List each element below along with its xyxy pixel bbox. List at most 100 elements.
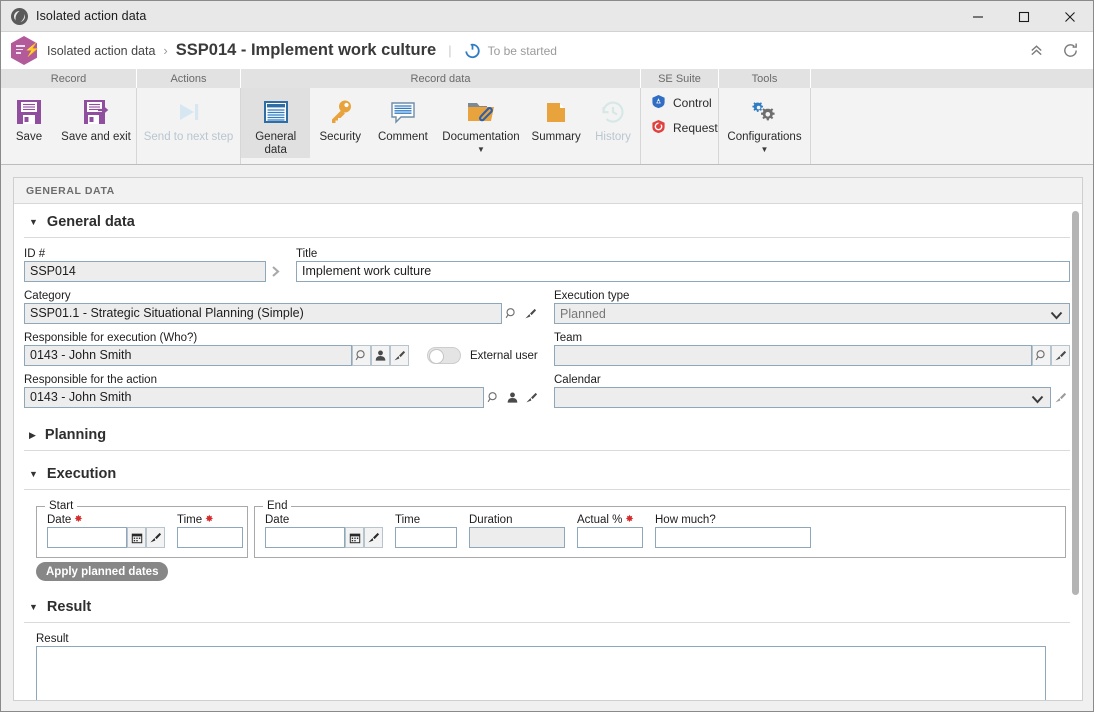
execution-end-legend: End (267, 500, 288, 512)
team-search-button[interactable] (1032, 345, 1051, 366)
section-result-title: Result (46, 599, 92, 615)
ribbon-group-label-actions: Actions (137, 69, 241, 88)
section-collapse-triangle-icon: ▶ (29, 429, 36, 440)
responsible-action-clear-brush-button[interactable] (522, 387, 541, 408)
how-much-label: How much? (655, 514, 716, 526)
responsible-action-person-button[interactable] (503, 387, 522, 408)
result-textarea[interactable] (36, 646, 1046, 700)
id-navigate-button[interactable] (266, 261, 285, 282)
id-label: ID # (24, 248, 46, 260)
comment-balloon-icon (388, 93, 418, 131)
maximize-button[interactable] (1001, 1, 1047, 32)
refresh-icon[interactable] (1062, 42, 1079, 59)
calendar-clear-brush-button[interactable] (1051, 387, 1070, 408)
tab-general-data[interactable]: General data (241, 88, 311, 158)
tab-comment[interactable]: Comment (370, 88, 436, 158)
configurations-button[interactable]: Configurations ▼ (719, 88, 810, 158)
duration-label: Duration (469, 514, 513, 526)
save-button[interactable]: Save (1, 88, 57, 158)
ribbon-group-labels: Record Actions Record data SE Suite Tool… (1, 69, 1093, 88)
external-user-label: External user (470, 349, 538, 362)
se-suite-request-item[interactable]: Request (651, 119, 718, 137)
team-clear-brush-button[interactable] (1051, 345, 1070, 366)
section-planning[interactable]: ▶ Planning (24, 418, 1070, 451)
section-planning-title: Planning (44, 427, 107, 443)
ribbon-buttons: Save Save and exit Send to next step Gen… (1, 88, 1093, 164)
title-field[interactable]: Implement work culture (296, 261, 1070, 282)
gears-icon (748, 93, 782, 131)
ribbon-group-label-se-suite: SE Suite (641, 69, 719, 88)
required-marker-icon: ✸ (74, 514, 83, 525)
actual-pct-label-wrap: Actual % ✸ (577, 514, 643, 526)
section-result[interactable]: ▼ Result (24, 590, 1070, 623)
summary-document-icon (541, 93, 571, 131)
ribbon-group-label-empty (811, 69, 1093, 88)
breadcrumb[interactable]: Isolated action data (47, 44, 155, 58)
row-responsible-action-calendar: Responsible for the action 0143 - John S… (24, 374, 1070, 408)
header-divider: | (448, 43, 452, 58)
section-execution[interactable]: ▼ Execution (24, 457, 1070, 490)
start-date-field[interactable] (47, 527, 127, 548)
chevron-double-up-icon[interactable] (1029, 43, 1044, 58)
se-suite-control-item[interactable]: Control (651, 94, 718, 112)
section-general-data[interactable]: ▼ General data (24, 205, 1070, 238)
responsible-action-field: 0143 - John Smith (24, 387, 484, 408)
apply-planned-dates-button[interactable]: Apply planned dates (36, 562, 169, 581)
responsible-execution-person-button[interactable] (371, 345, 390, 366)
control-shield-icon (651, 94, 666, 112)
tab-history-label: History (595, 131, 631, 143)
end-date-field[interactable] (265, 527, 345, 548)
end-date-label: Date (265, 514, 290, 526)
general-data-icon (261, 93, 291, 131)
end-time-field[interactable] (395, 527, 457, 548)
start-time-field[interactable] (177, 527, 243, 548)
tab-documentation[interactable]: Documentation ▼ (436, 88, 527, 158)
close-button[interactable] (1047, 1, 1093, 32)
minimize-button[interactable] (955, 1, 1001, 32)
window-controls (955, 1, 1093, 32)
form-scrollbar-thumb[interactable] (1072, 211, 1079, 595)
ribbon-group-actions: Send to next step (137, 88, 241, 164)
row-category-exectype: Category SSP01.1 - Strategic Situational… (24, 290, 1070, 324)
execution-type-label: Execution type (554, 290, 630, 302)
row-responsible-team: Responsible for execution (Who?) 0143 - … (24, 332, 1070, 366)
team-field (554, 345, 1032, 366)
send-to-next-step-button: Send to next step (137, 88, 240, 158)
tab-history: History (586, 88, 640, 158)
key-icon (325, 93, 355, 131)
section-execution-title: Execution (46, 466, 117, 482)
documentation-menu-caret-icon[interactable]: ▼ (477, 145, 485, 154)
actual-pct-field[interactable] (577, 527, 643, 548)
how-much-field[interactable] (655, 527, 811, 548)
section-expand-triangle-icon: ▼ (29, 216, 38, 227)
configurations-menu-caret-icon[interactable]: ▼ (761, 145, 769, 154)
start-date-label: Date (47, 514, 72, 526)
documentation-folder-icon (465, 93, 497, 131)
breadcrumb-separator-icon: › (163, 43, 168, 58)
app-hexagon-logo-icon: ⚡ (11, 36, 40, 65)
end-date-calendar-button[interactable] (345, 527, 364, 548)
form-scrollbar[interactable] (1072, 211, 1079, 666)
end-time-label: Time (395, 514, 421, 526)
calendar-select[interactable] (554, 387, 1051, 408)
category-search-button[interactable] (502, 303, 521, 324)
required-marker-icon: ✸ (205, 514, 214, 525)
start-time-label-wrap: Time ✸ (177, 514, 243, 526)
category-clear-brush-button[interactable] (521, 303, 540, 324)
start-date-calendar-button[interactable] (127, 527, 146, 548)
application-window: Isolated action data ⚡ Isolated action d… (0, 0, 1094, 712)
tab-summary[interactable]: Summary (526, 88, 586, 158)
save-and-exit-button[interactable]: Save and exit (57, 88, 135, 158)
responsible-execution-clear-brush-button[interactable] (390, 345, 409, 366)
start-date-clear-brush-button[interactable] (146, 527, 165, 548)
responsible-execution-search-button[interactable] (352, 345, 371, 366)
tab-documentation-label: Documentation (442, 131, 520, 143)
id-field: SSP014 (24, 261, 266, 282)
result-label: Result (36, 633, 69, 645)
responsible-action-search-button[interactable] (484, 387, 503, 408)
tab-security[interactable]: Security (310, 88, 370, 158)
execution-type-select[interactable]: Planned (554, 303, 1070, 324)
required-marker-icon: ✸ (625, 514, 634, 525)
external-user-toggle[interactable] (427, 347, 461, 364)
end-date-clear-brush-button[interactable] (364, 527, 383, 548)
